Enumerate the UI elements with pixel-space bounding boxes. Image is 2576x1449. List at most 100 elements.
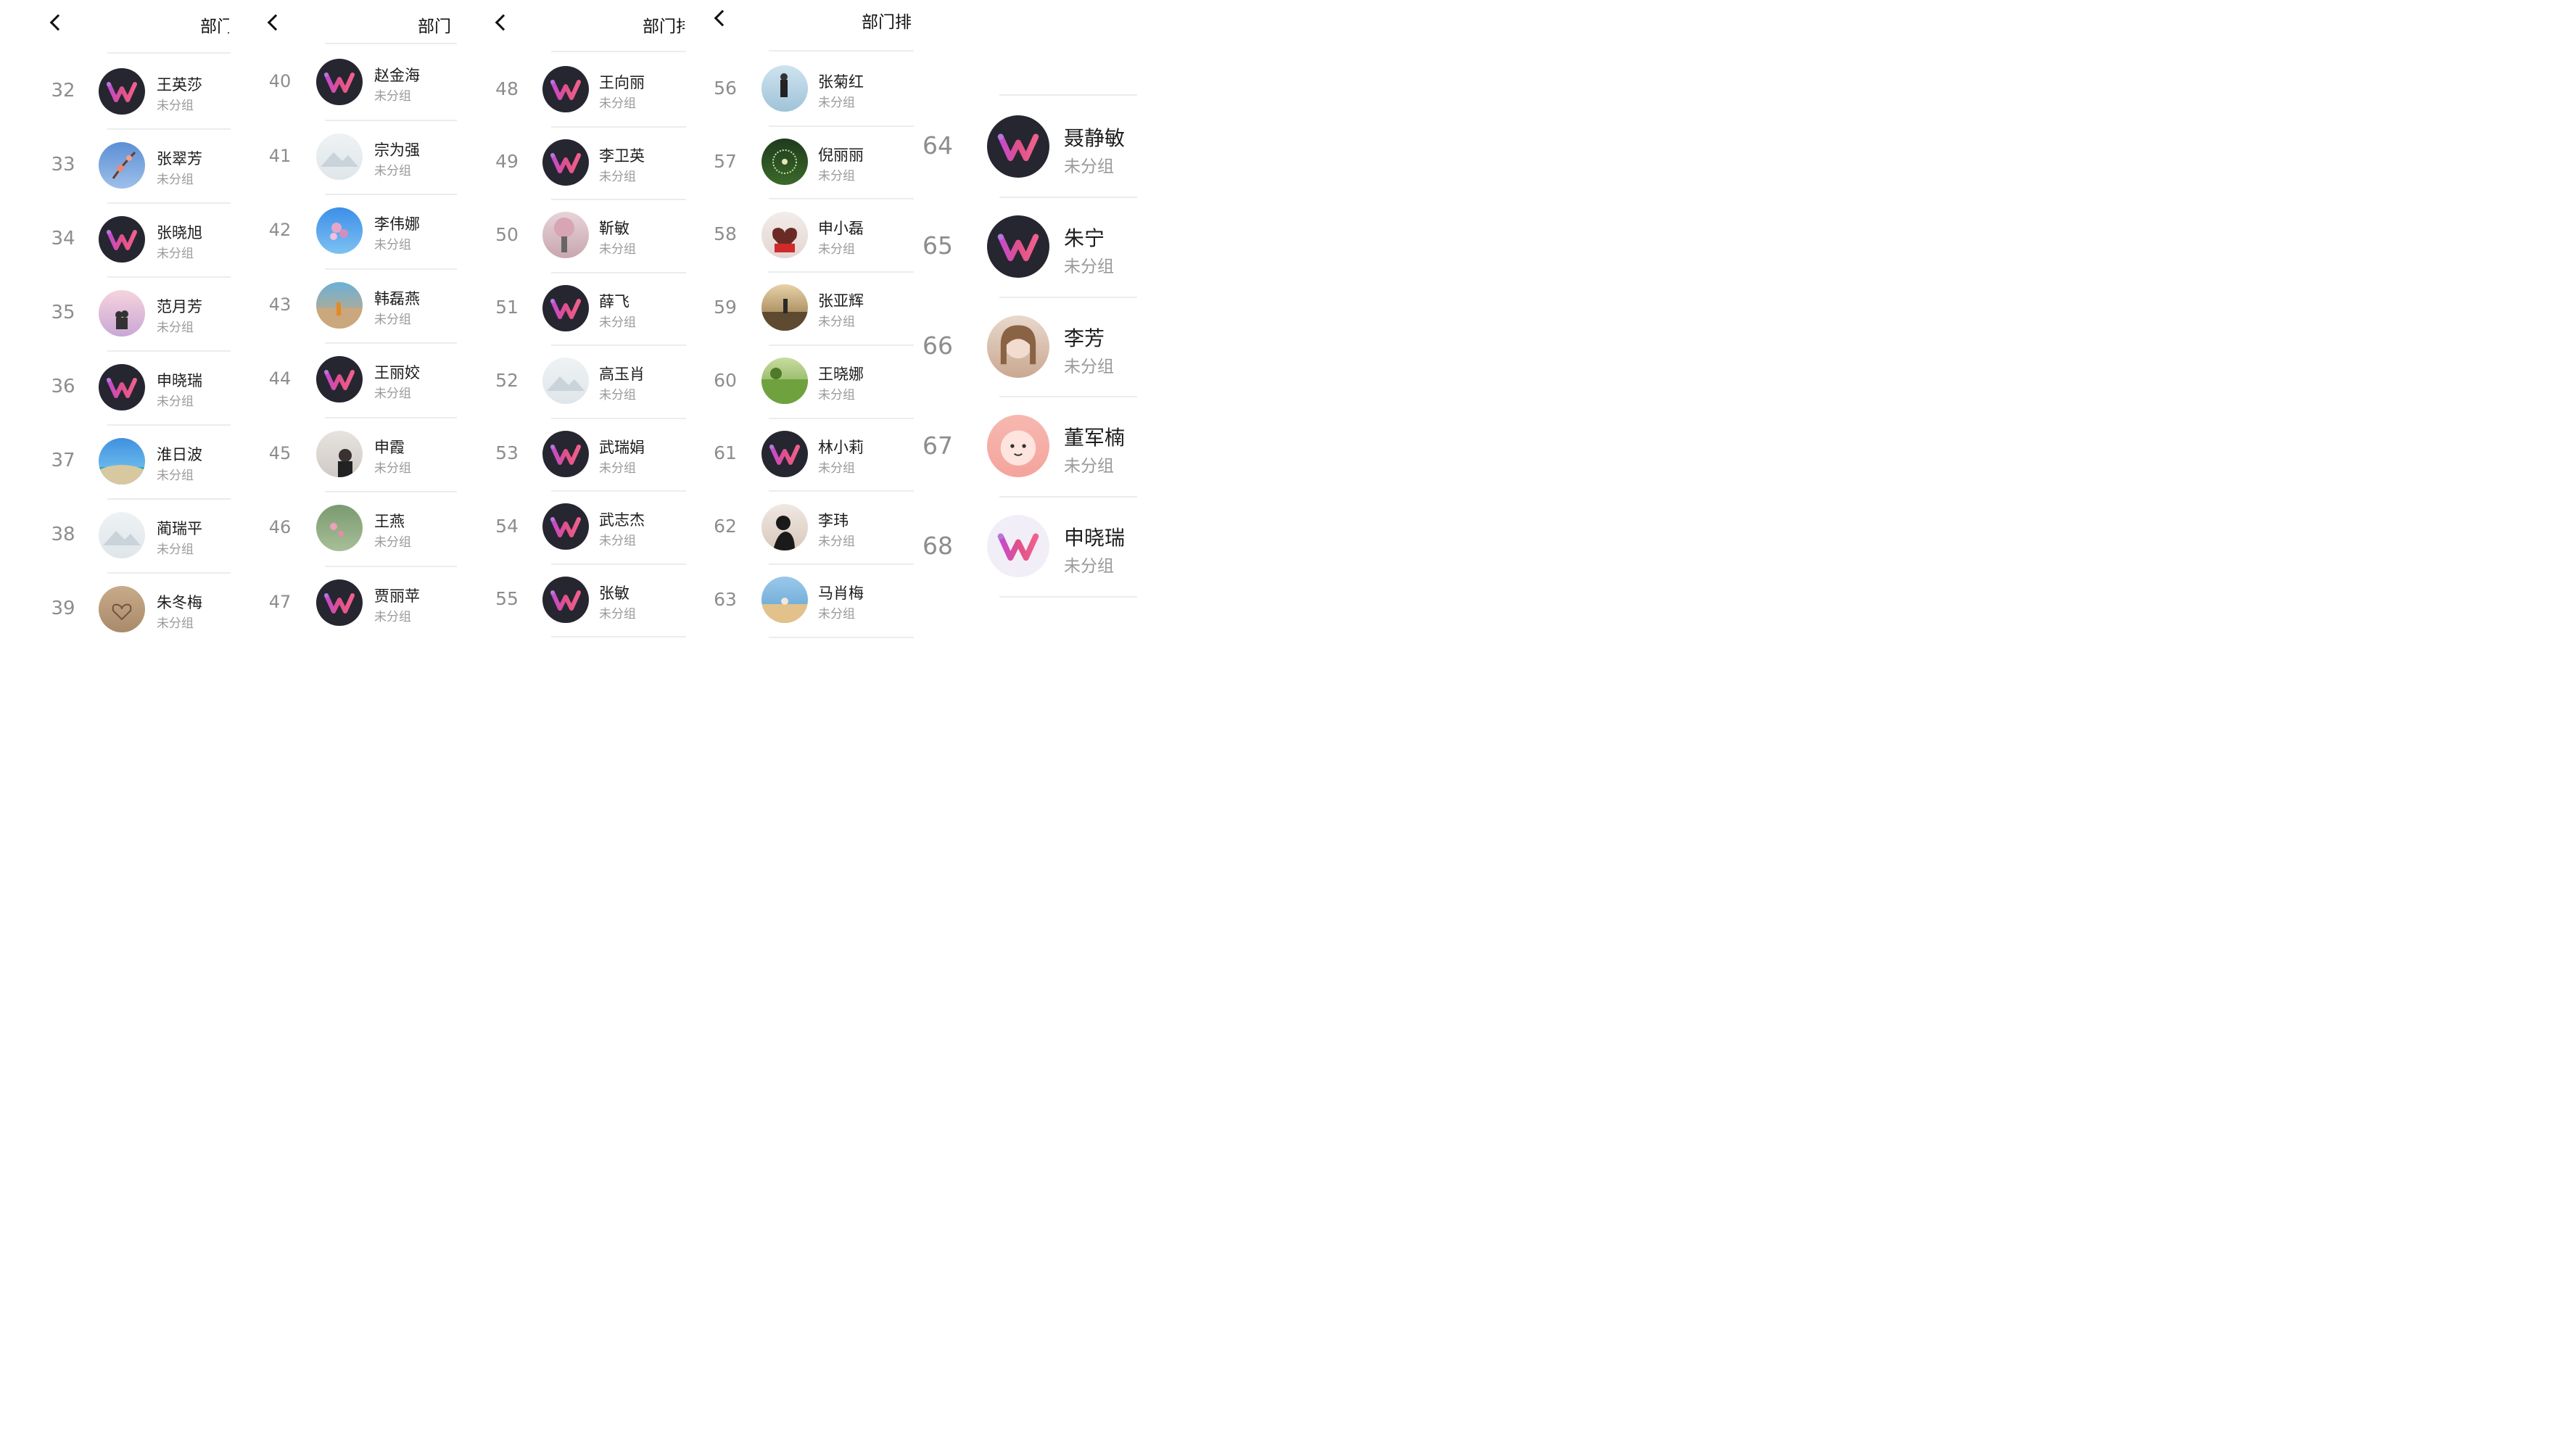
rank-number: 32	[51, 79, 75, 102]
member-name: 张亚辉	[818, 292, 864, 310]
member-group: 未分组	[818, 169, 855, 184]
avatar	[542, 503, 589, 550]
member-group: 未分组	[157, 247, 194, 261]
divider	[769, 50, 914, 51]
rank-number: 65	[922, 231, 953, 260]
page-title: 部门	[200, 17, 229, 36]
divider	[325, 565, 457, 567]
rank-number: 49	[495, 151, 519, 173]
member-name: 李芳	[1064, 326, 1105, 350]
divider	[999, 596, 1137, 598]
phone-screen: 部门排 56 张菊红 未分组 57 倪丽丽 未分组 58 申小磊 未分组 59 张亚辉 未分组 6…	[686, 0, 914, 640]
member-name: 韩磊燕	[374, 289, 420, 307]
back-chevron-icon[interactable]	[49, 14, 67, 31]
member-group: 未分组	[1064, 257, 1114, 276]
member-name: 范月芳	[157, 298, 202, 315]
divider	[325, 268, 457, 270]
divider	[999, 496, 1137, 498]
member-name: 申晓瑞	[1064, 526, 1126, 550]
member-name: 武志杰	[599, 511, 645, 529]
avatar	[761, 139, 808, 186]
rank-number: 67	[922, 431, 953, 460]
avatar	[542, 139, 589, 186]
avatar	[761, 284, 808, 331]
member-name: 张敏	[599, 584, 629, 602]
rank-number: 36	[51, 375, 75, 397]
divider	[999, 296, 1137, 298]
rank-number: 41	[268, 145, 292, 166]
member-group: 未分组	[599, 96, 636, 112]
divider	[325, 416, 457, 418]
member-name: 张晓旭	[157, 224, 202, 242]
avatar	[316, 505, 363, 552]
member-name: 申小磊	[818, 219, 864, 237]
member-name: 朱宁	[1064, 226, 1105, 250]
member-name: 高玉肖	[599, 366, 645, 384]
member-name: 李玮	[818, 511, 849, 529]
rank-number: 45	[268, 442, 292, 463]
rank-number: 55	[495, 588, 519, 610]
rank-number: 33	[51, 153, 75, 176]
member-name: 申霞	[374, 438, 405, 456]
member-group: 未分组	[157, 468, 194, 483]
rank-number: 37	[51, 449, 75, 471]
divider	[107, 424, 231, 426]
member-group: 未分组	[157, 321, 194, 335]
member-group: 未分组	[157, 395, 194, 409]
back-chevron-icon[interactable]	[495, 14, 512, 31]
avatar	[542, 358, 589, 405]
member-name: 赵金海	[374, 67, 420, 85]
avatar	[987, 515, 1049, 578]
avatar	[316, 207, 363, 255]
member-name: 贾丽苹	[374, 587, 420, 605]
member-name: 马肖梅	[818, 585, 864, 603]
divider	[325, 43, 457, 44]
back-chevron-icon[interactable]	[267, 14, 284, 31]
member-group: 未分组	[818, 607, 855, 622]
member-name: 李伟娜	[374, 215, 420, 234]
phone-screen: 部门 32 王英莎 未分组 33 张翠芳 未分组 34 张晓旭 未分组 35 范月芳 未分组 36…	[0, 0, 231, 640]
member-name: 聂静敏	[1064, 125, 1126, 150]
rank-number: 39	[51, 597, 75, 619]
rank-number: 43	[268, 294, 292, 315]
divider	[325, 491, 457, 492]
rank-number: 40	[268, 71, 292, 92]
divider	[551, 636, 686, 637]
rank-number: 56	[714, 77, 737, 99]
divider	[107, 202, 231, 204]
back-chevron-icon[interactable]	[714, 9, 731, 27]
avatar	[542, 66, 589, 113]
rank-number: 54	[495, 515, 519, 537]
avatar	[316, 579, 363, 626]
member-group: 未分组	[818, 461, 855, 476]
avatar	[99, 216, 145, 263]
rank-number: 62	[714, 516, 737, 537]
member-group: 未分组	[599, 242, 636, 257]
rank-number: 57	[714, 150, 737, 172]
avatar	[987, 115, 1049, 178]
header: 部门	[0, 0, 231, 44]
divider	[325, 194, 457, 195]
member-name: 王向丽	[599, 74, 645, 92]
divider	[999, 396, 1137, 398]
divider	[551, 417, 686, 419]
member-group: 未分组	[599, 315, 636, 330]
divider	[551, 563, 686, 565]
member-name: 申晓瑞	[157, 372, 202, 389]
rank-number: 53	[495, 442, 519, 464]
avatar	[316, 133, 363, 180]
divider	[769, 636, 914, 638]
member-name: 张翠芳	[157, 150, 202, 168]
divider	[325, 119, 457, 121]
rank-number: 58	[714, 223, 737, 245]
avatar	[316, 430, 363, 477]
member-name: 靳敏	[599, 220, 629, 238]
rank-number: 52	[495, 369, 519, 391]
avatar	[761, 577, 808, 624]
divider	[999, 196, 1137, 198]
avatar	[99, 290, 145, 337]
divider	[325, 342, 457, 344]
avatar	[761, 65, 808, 112]
avatar	[542, 430, 589, 477]
divider	[107, 572, 231, 574]
